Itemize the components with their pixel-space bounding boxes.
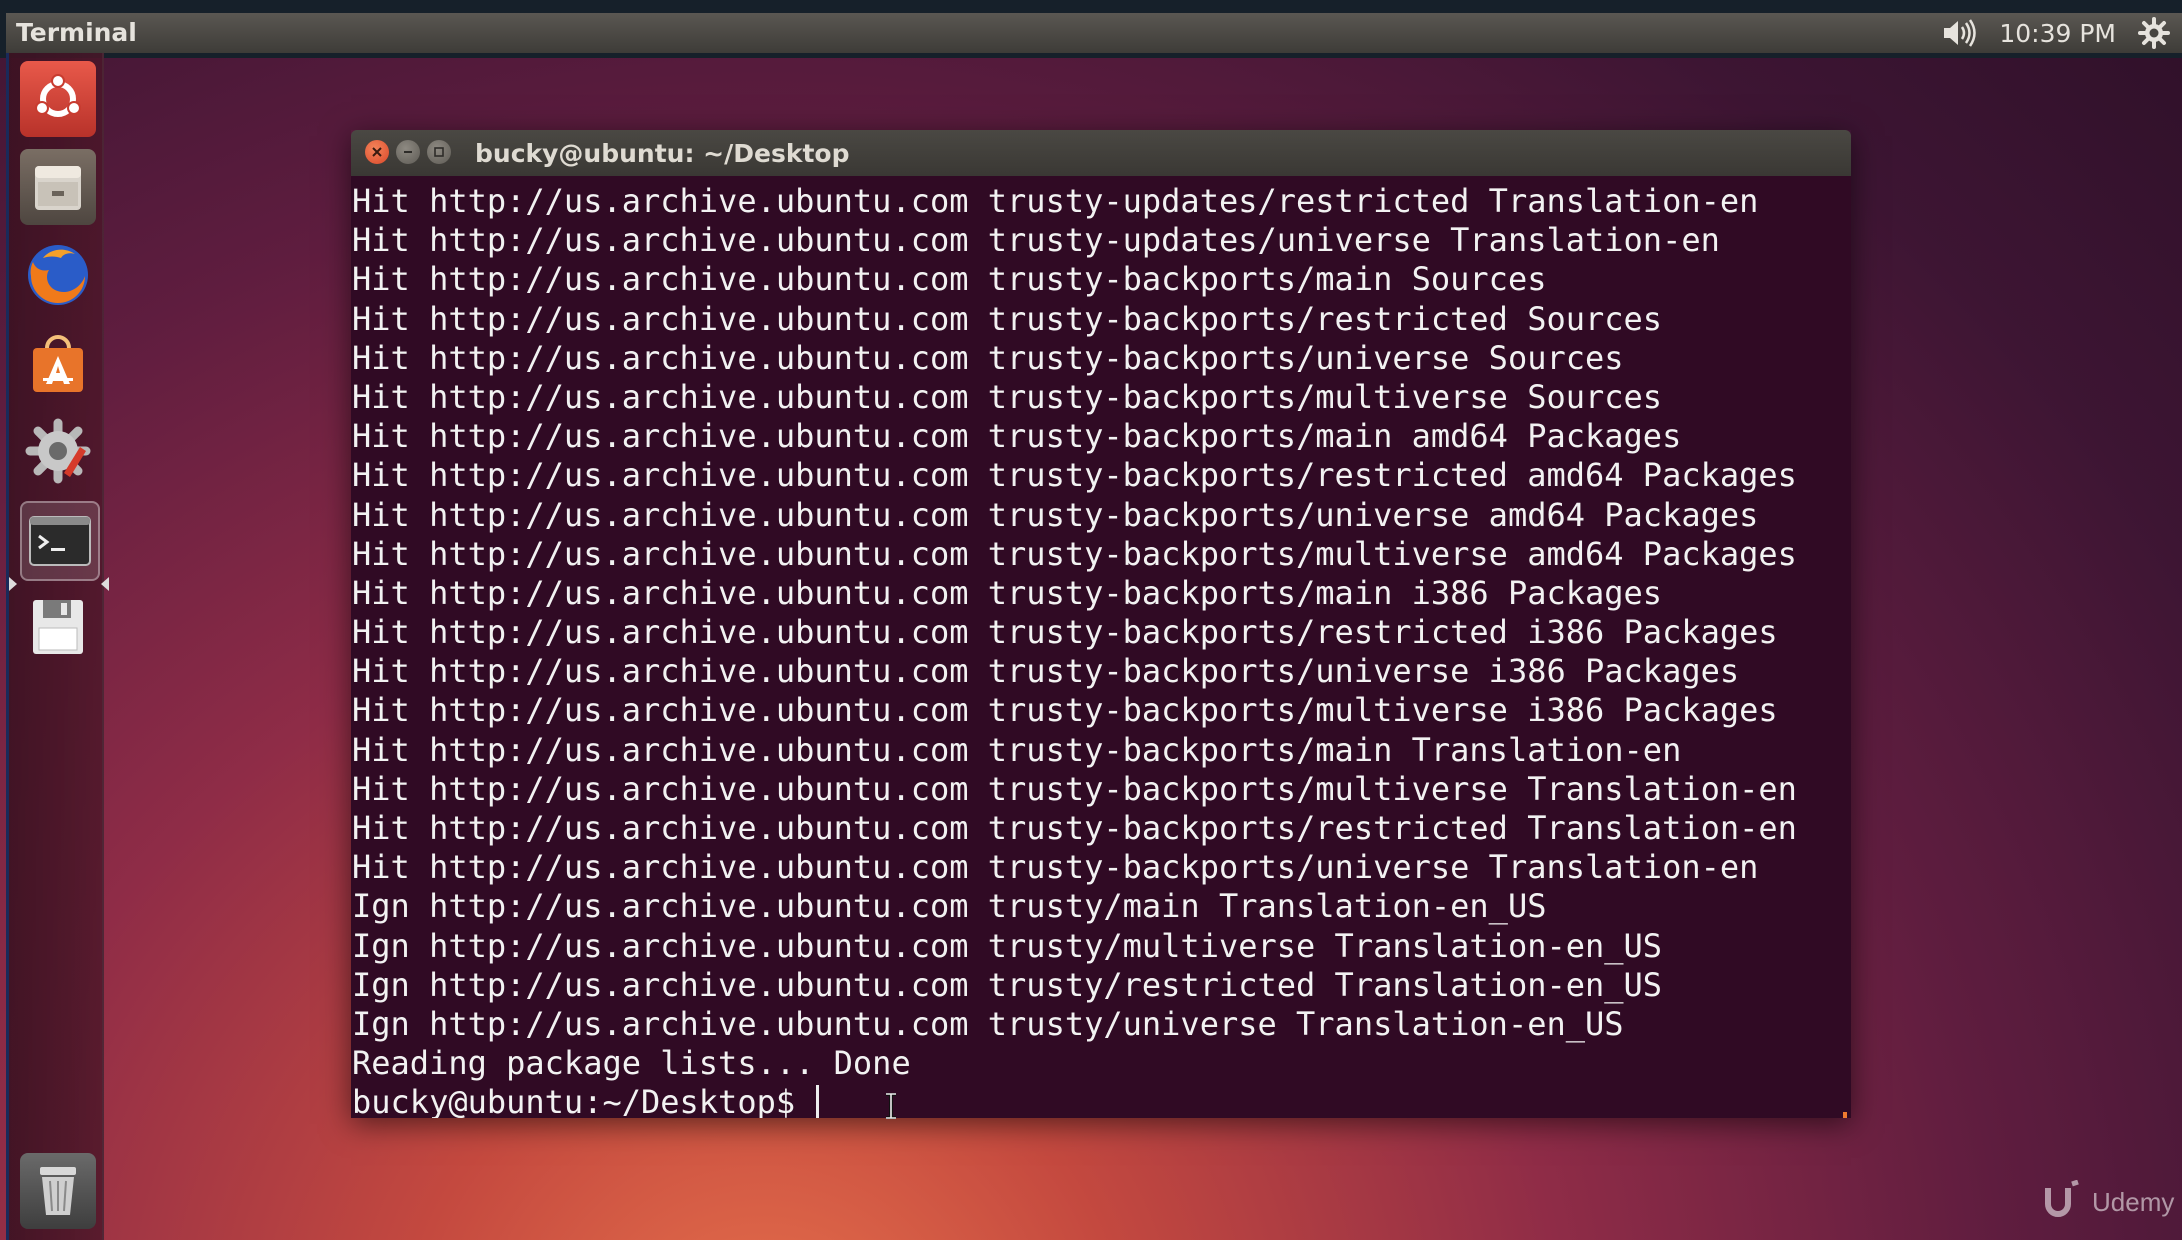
terminal-line: Ign http://us.archive.ubuntu.com trusty/… <box>352 1004 1624 1043</box>
terminal-line: Hit http://us.archive.ubuntu.com trusty-… <box>352 221 1720 260</box>
terminal-icon <box>29 516 91 566</box>
top-panel: Terminal 10:39 PM <box>0 0 2182 58</box>
app-title: Terminal <box>16 18 137 47</box>
launcher-terminal[interactable] <box>20 501 100 581</box>
launcher-system-settings[interactable] <box>20 413 96 489</box>
launcher-focus-indicator <box>101 577 109 591</box>
terminal-line: Hit http://us.archive.ubuntu.com trusty-… <box>352 613 1778 652</box>
maximize-icon <box>433 146 445 158</box>
terminal-line: Reading package lists... Done <box>352 1044 911 1083</box>
text-cursor <box>816 1085 820 1118</box>
gear-icon[interactable] <box>2138 17 2170 49</box>
terminal-line: Hit http://us.archive.ubuntu.com trusty-… <box>352 417 1682 456</box>
terminal-line: Hit http://us.archive.ubuntu.com trusty-… <box>352 809 1797 847</box>
terminal-line: Hit http://us.archive.ubuntu.com trusty-… <box>352 848 1759 887</box>
terminal-line: Ign http://us.archive.ubuntu.com trusty/… <box>352 926 1663 965</box>
mouse-ibeam-cursor-icon <box>884 1092 898 1123</box>
terminal-line: Hit http://us.archive.ubuntu.com trusty-… <box>352 534 1797 573</box>
ubuntu-logo-icon <box>30 71 86 127</box>
menu-bar: Terminal 10:39 PM <box>6 13 2182 53</box>
launcher-dash-home[interactable] <box>20 61 96 137</box>
udemy-watermark-text: Udemy <box>2092 1187 2175 1217</box>
terminal-line: Hit http://us.archive.ubuntu.com trusty-… <box>352 182 1759 220</box>
firefox-icon <box>23 240 93 310</box>
terminal-line: Hit http://us.archive.ubuntu.com trusty-… <box>352 769 1797 808</box>
minimize-icon <box>402 146 414 158</box>
launcher-software-center[interactable] <box>20 325 96 401</box>
terminal-line: Hit http://us.archive.ubuntu.com trusty-… <box>352 730 1682 769</box>
close-icon <box>371 146 383 158</box>
terminal-prompt: bucky@ubuntu:~/Desktop$ <box>352 1083 815 1118</box>
terminal-line: Hit http://us.archive.ubuntu.com trusty-… <box>352 573 1663 612</box>
terminal-line: Hit http://us.archive.ubuntu.com trusty-… <box>352 456 1797 495</box>
file-cabinet-icon <box>29 158 87 216</box>
terminal-line: Hit http://us.archive.ubuntu.com trusty-… <box>352 260 1547 299</box>
window-titlebar[interactable]: bucky@ubuntu: ~/Desktop <box>351 130 1851 176</box>
terminal-prompt-line[interactable]: bucky@ubuntu:~/Desktop$ <box>352 1083 1797 1118</box>
window-title: bucky@ubuntu: ~/Desktop <box>475 139 850 168</box>
shopping-bag-icon <box>25 330 91 396</box>
minimize-button[interactable] <box>396 140 420 164</box>
launcher-files[interactable] <box>20 149 96 225</box>
system-tray: 10:39 PM <box>1941 17 2170 49</box>
terminal-line: Ign http://us.archive.ubuntu.com trusty/… <box>352 965 1663 1004</box>
close-button[interactable] <box>365 140 389 164</box>
terminal-line: Hit http://us.archive.ubuntu.com trusty-… <box>352 299 1663 338</box>
terminal-line: Ign http://us.archive.ubuntu.com trusty/… <box>352 887 1547 926</box>
udemy-watermark: Udemy <box>2040 1179 2175 1225</box>
terminal-line: Hit http://us.archive.ubuntu.com trusty-… <box>352 338 1624 377</box>
floppy-disk-icon <box>29 596 87 658</box>
launcher-firefox[interactable] <box>20 237 96 313</box>
terminal-lines: Hit http://us.archive.ubuntu.com trusty-… <box>352 182 1797 1118</box>
clock[interactable]: 10:39 PM <box>1999 19 2116 48</box>
terminal-line: Hit http://us.archive.ubuntu.com trusty-… <box>352 691 1778 730</box>
terminal-window[interactable]: bucky@ubuntu: ~/Desktop Hit http://us.ar… <box>351 130 1851 1118</box>
trash-icon <box>30 1161 86 1221</box>
launcher <box>6 53 109 1240</box>
terminal-output[interactable]: Hit http://us.archive.ubuntu.com trusty-… <box>351 176 1851 1118</box>
terminal-line: Hit http://us.archive.ubuntu.com trusty-… <box>352 377 1663 416</box>
udemy-logo-icon <box>2040 1179 2084 1225</box>
terminal-line: Hit http://us.archive.ubuntu.com trusty-… <box>352 652 1740 691</box>
launcher-running-indicator <box>9 577 17 591</box>
terminal-line: Hit http://us.archive.ubuntu.com trusty-… <box>352 495 1759 534</box>
launcher-save-disk[interactable] <box>20 589 96 665</box>
scroll-indicator[interactable] <box>1843 1112 1847 1118</box>
launcher-trash[interactable] <box>20 1153 96 1229</box>
maximize-button[interactable] <box>427 140 451 164</box>
settings-wrench-icon <box>24 417 92 485</box>
volume-icon[interactable] <box>1941 18 1977 48</box>
